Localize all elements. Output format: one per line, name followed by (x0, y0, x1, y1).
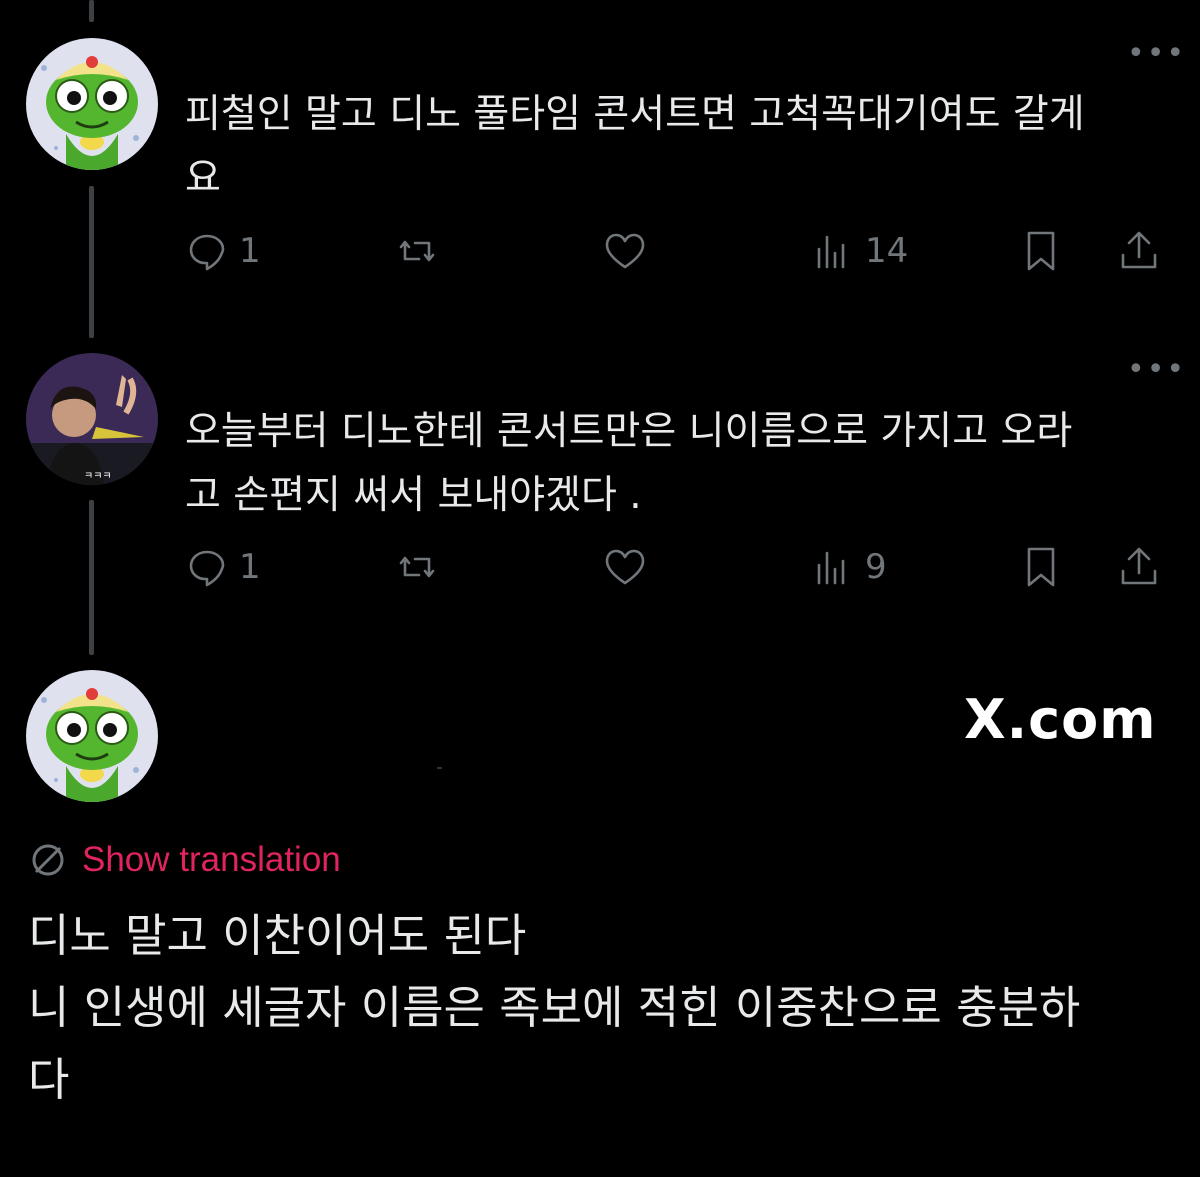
divider-dot (437, 767, 442, 769)
reply-text: 피철인 말고 디노 풀타임 콘서트면 고척꼭대기여도 갈게 요 (185, 83, 1175, 211)
reply-icon (189, 234, 225, 271)
heart-icon (605, 233, 645, 269)
show-translation-link[interactable]: Show translation (28, 840, 341, 880)
x-com-watermark: X.com (964, 688, 1157, 751)
frog-avatar-image (26, 38, 158, 170)
repost-icon (399, 240, 435, 262)
main-post-text-line: 다 (28, 1053, 70, 1106)
thread-line-2 (89, 500, 94, 655)
bookmark-button[interactable] (1017, 542, 1065, 592)
reply-text-line: 피철인 말고 디노 풀타임 콘서트면 고척꼭대기여도 갈게 (185, 92, 1085, 137)
action-bar: 1 9 (183, 542, 1168, 592)
view-count: 9 (865, 547, 887, 587)
person-avatar-image: ㅋㅋㅋ (26, 353, 158, 485)
bar-chart-icon (817, 235, 845, 269)
main-post-text-line: 디노 말고 이찬이어도 된다 (28, 909, 527, 962)
reply-count: 1 (239, 231, 261, 271)
views-button[interactable]: 14 (809, 226, 908, 276)
show-translation-label: Show translation (82, 840, 341, 879)
share-button[interactable] (1115, 542, 1163, 592)
bar-chart-icon (817, 551, 845, 585)
bookmark-button[interactable] (1017, 226, 1065, 276)
frog-avatar-image (26, 670, 158, 802)
share-icon (1121, 547, 1157, 585)
repost-button[interactable] (393, 542, 441, 592)
globe-icon (32, 844, 64, 876)
bookmark-icon (1027, 231, 1055, 271)
main-post-text-line: 니 인생에 세글자 이름은 족보에 적힌 이중찬으로 충분하 (28, 981, 1081, 1034)
avatar[interactable] (26, 38, 158, 170)
share-icon (1121, 231, 1157, 269)
reply-text-line: 고 손편지 써서 보내야겠다 . (185, 473, 642, 518)
like-button[interactable] (601, 542, 649, 592)
thread-line-1 (89, 186, 94, 338)
view-count: 14 (865, 231, 909, 271)
bookmark-icon (1027, 547, 1055, 587)
reply-icon (189, 550, 225, 587)
avatar[interactable] (26, 670, 158, 802)
heart-icon (605, 549, 645, 585)
more-options-icon[interactable]: ••• (1127, 355, 1186, 385)
share-button[interactable] (1115, 226, 1163, 276)
more-options-icon[interactable]: ••• (1127, 39, 1186, 69)
like-button[interactable] (601, 226, 649, 276)
action-bar: 1 14 (183, 226, 1168, 276)
reply-text-line: 오늘부터 디노한테 콘서트만은 니이름으로 가지고 오라 (185, 409, 1073, 454)
views-button[interactable]: 9 (809, 542, 887, 592)
reply-button[interactable]: 1 (183, 542, 261, 592)
reply-count: 1 (239, 547, 261, 587)
reply-text: 오늘부터 디노한테 콘서트만은 니이름으로 가지고 오라 고 손편지 써서 보내… (185, 400, 1175, 528)
main-post-text: 디노 말고 이찬이어도 된다 니 인생에 세글자 이름은 족보에 적힌 이중찬으… (28, 900, 1178, 1116)
reply-button[interactable]: 1 (183, 226, 261, 276)
repost-button[interactable] (393, 226, 441, 276)
avatar[interactable]: ㅋㅋㅋ (26, 353, 158, 485)
reply-text-line: 요 (185, 156, 221, 201)
repost-icon (399, 556, 435, 578)
svg-text:ㅋㅋㅋ: ㅋㅋㅋ (84, 471, 112, 482)
thread-line-top (89, 0, 94, 22)
